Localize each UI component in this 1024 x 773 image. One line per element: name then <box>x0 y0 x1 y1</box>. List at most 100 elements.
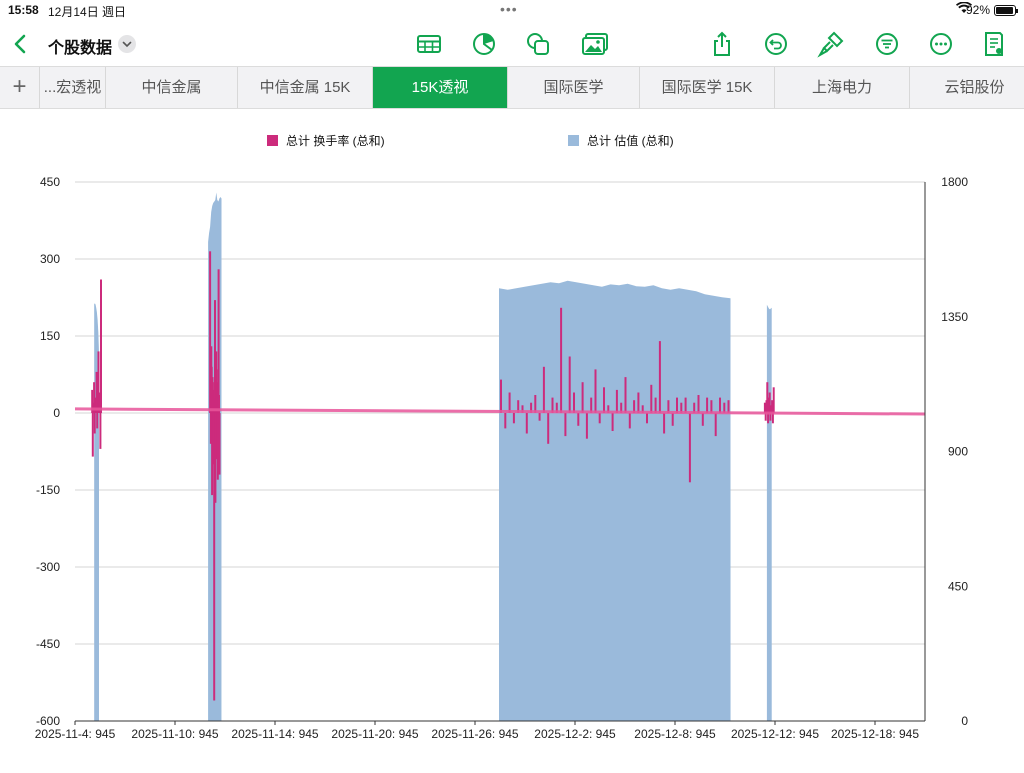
left-axis-tick-label: -600 <box>36 714 60 728</box>
turnover-bar <box>663 413 666 434</box>
chart-button[interactable] <box>470 30 498 58</box>
turnover-bar <box>637 392 640 413</box>
turnover-bar <box>654 397 657 413</box>
chevron-left-icon <box>14 34 26 54</box>
undo-icon <box>765 33 787 55</box>
more-button[interactable] <box>927 30 955 58</box>
battery-percent: 92% <box>965 3 990 17</box>
left-axis-tick-label: -300 <box>36 560 60 574</box>
turnover-bar <box>671 413 674 426</box>
turnover-bar <box>512 413 515 424</box>
tab-shanghai-power[interactable]: 上海电力 <box>775 67 910 108</box>
turnover-bar <box>701 413 704 426</box>
right-axis-tick-label: 450 <box>948 579 968 593</box>
turnover-bar <box>500 379 502 413</box>
shapes-icon <box>527 33 549 55</box>
right-axis-tick-label: 900 <box>948 445 968 459</box>
more-icon <box>930 33 952 55</box>
tab-pivot-partial[interactable]: ...宏透视 <box>40 67 106 108</box>
right-axis-tick-label: 1350 <box>941 310 968 324</box>
turnover-bar <box>628 413 631 429</box>
title-menu-button[interactable] <box>118 35 136 53</box>
legend-item-turnover: 总计 换手率 (总和) <box>267 132 385 149</box>
turnover-bar <box>93 413 96 434</box>
turnover-bar <box>564 413 567 437</box>
x-axis-tick-label: 2025-11-14: 945 <box>231 727 319 741</box>
left-axis-tick-label: 300 <box>40 252 60 266</box>
turnover-bar <box>603 387 605 413</box>
turnover-bar <box>99 413 102 449</box>
document-view-icon <box>985 32 1003 56</box>
legend-swatch-turnover <box>267 135 278 146</box>
turnover-bar <box>598 413 601 424</box>
filter-icon <box>876 33 898 55</box>
add-sheet-button[interactable]: + <box>0 67 40 108</box>
turnover-bar <box>573 392 575 413</box>
left-axis-tick-label: -150 <box>36 483 60 497</box>
x-axis-tick-label: 2025-12-8: 945 <box>634 727 716 741</box>
legend-item-valuation: 总计 估值 (总和) <box>568 132 674 149</box>
turnover-bar <box>217 269 220 413</box>
x-axis-tick-label: 2025-11-10: 945 <box>131 727 219 741</box>
turnover-bar <box>706 397 709 413</box>
sheet-tab-bar: ...宏透视 中信金属 中信金属 15K 15K透视 国际医学 国际医学 15K… <box>0 66 1024 109</box>
x-axis-tick-label: 2025-11-20: 945 <box>331 727 419 741</box>
format-button[interactable] <box>817 30 845 58</box>
x-axis-tick-label: 2025-12-12: 945 <box>731 727 819 741</box>
turnover-bar <box>218 413 221 475</box>
x-axis-tick-label: 2025-12-18: 945 <box>831 727 919 741</box>
left-axis-tick-label: -450 <box>36 637 60 651</box>
turnover-bar <box>714 413 717 437</box>
share-icon <box>714 31 730 56</box>
turnover-bar <box>697 395 700 413</box>
turnover-bar <box>581 382 584 413</box>
shape-button[interactable] <box>524 30 552 58</box>
turnover-bar <box>710 400 713 413</box>
tab-intl-medical[interactable]: 国际医学 <box>508 67 640 108</box>
right-axis-tick-label: 0 <box>961 714 968 728</box>
valuation-area-segment <box>766 304 772 721</box>
left-axis-tick-label: 0 <box>53 406 60 420</box>
left-axis-tick-label: 450 <box>40 175 60 189</box>
media-button[interactable] <box>581 30 609 58</box>
turnover-bar <box>684 397 687 413</box>
x-axis-tick-label: 2025-12-2: 945 <box>534 727 616 741</box>
tab-citic-metals-15k[interactable]: 中信金属 15K <box>238 67 373 108</box>
turnover-bar <box>658 341 661 413</box>
status-date: 12月14日 週日 <box>48 5 127 19</box>
turnover-bar <box>577 413 580 426</box>
turnover-bar <box>547 413 550 444</box>
multitasking-dots-icon[interactable]: ••• <box>500 1 518 17</box>
tab-yunnan-aluminium[interactable]: 云铝股份 <box>910 67 1024 108</box>
document-title[interactable]: 个股数据 <box>48 34 112 58</box>
turnover-bar <box>508 392 511 413</box>
turnover-bar <box>542 366 545 413</box>
turnover-bar <box>615 389 618 413</box>
turnover-bar <box>611 413 614 431</box>
toolbar: 个股数据 <box>0 22 1024 66</box>
turnover-bar <box>624 377 627 413</box>
legend-label-valuation: 总计 估值 (总和) <box>587 134 674 148</box>
turnover-bar <box>650 384 653 413</box>
turnover-bar <box>504 413 507 429</box>
tab-15k-pivot[interactable]: 15K透视 <box>373 67 508 108</box>
x-axis-tick-label: 2025-11-26: 945 <box>431 727 519 741</box>
table-button[interactable] <box>415 30 443 58</box>
media-icon <box>582 33 608 55</box>
filter-button[interactable] <box>873 30 901 58</box>
pie-chart-icon <box>473 33 495 55</box>
document-view-button[interactable] <box>980 30 1008 58</box>
turnover-bar <box>727 400 730 413</box>
back-button[interactable] <box>8 30 32 58</box>
combo-chart[interactable]: 450 300 150 0 -150 -300 -450 -600 1800 1350 900 450… <box>0 110 1024 768</box>
right-axis-tick-label: 1800 <box>941 175 968 189</box>
turnover-bar <box>646 413 648 424</box>
tab-intl-medical-15k[interactable]: 国际医学 15K <box>640 67 775 108</box>
turnover-bar <box>568 356 571 413</box>
share-button[interactable] <box>708 30 736 58</box>
undo-button[interactable] <box>762 30 790 58</box>
turnover-bar <box>676 397 678 413</box>
format-brush-icon <box>817 31 844 58</box>
tab-citic-metals[interactable]: 中信金属 <box>106 67 238 108</box>
table-icon <box>417 35 441 53</box>
